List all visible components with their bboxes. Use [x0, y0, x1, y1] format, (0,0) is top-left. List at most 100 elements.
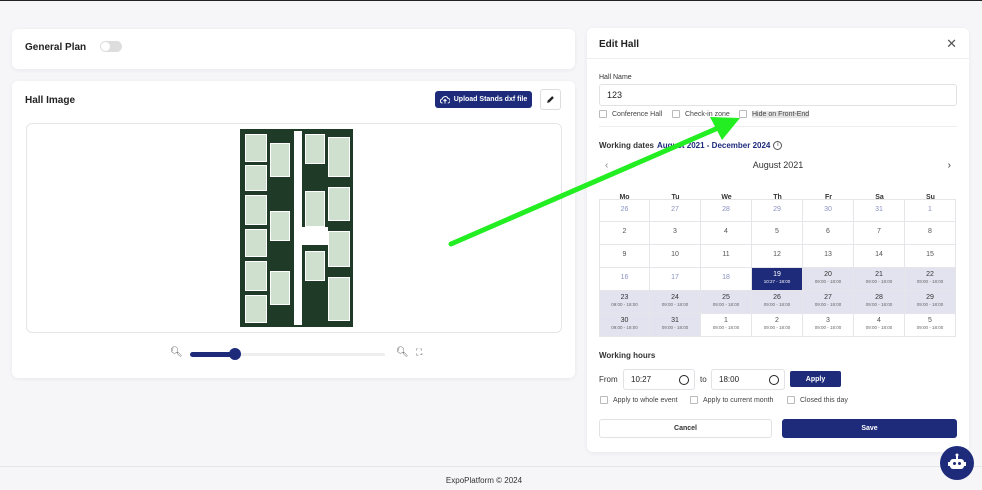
zoom-slider-handle[interactable] — [229, 348, 241, 360]
calendar-day[interactable]: 2 — [599, 222, 650, 245]
zoom-out-icon[interactable]: 🔍︎ — [170, 347, 183, 358]
day-number: 25 — [722, 294, 730, 301]
calendar-day[interactable]: 29 09:00 - 18:00 — [905, 291, 956, 314]
calendar-day[interactable]: 1 — [905, 199, 956, 222]
upload-dxf-label: Upload Stands dxf file — [453, 96, 528, 103]
day-number: 22 — [926, 271, 934, 278]
calendar-day[interactable]: 27 — [650, 199, 701, 222]
calendar-day[interactable]: 28 09:00 - 18:00 — [854, 291, 905, 314]
calendar-day[interactable]: 12 — [752, 245, 803, 268]
day-number: 15 — [926, 251, 934, 258]
from-time-value: 10:27 — [631, 375, 652, 384]
calendar-day[interactable]: 24 09:00 - 18:00 — [650, 291, 701, 314]
day-hours: 09:00 - 18:00 — [865, 279, 893, 284]
day-hours: 09:00 - 18:00 — [611, 302, 638, 307]
day-hours: 09:00 - 18:00 — [814, 325, 842, 330]
calendar-day[interactable]: 18 — [701, 268, 752, 291]
calendar-day[interactable]: 9 — [599, 245, 650, 268]
calendar-day[interactable]: 21 09:00 - 18:00 — [854, 268, 905, 291]
general-plan-toggle[interactable] — [100, 41, 122, 52]
check-in-zone-checkbox[interactable]: Check-in zone — [672, 110, 730, 118]
day-hours: 09:00 - 18:00 — [763, 325, 791, 330]
calendar-day[interactable]: 31 — [854, 199, 905, 222]
day-number: 28 — [875, 294, 883, 301]
zoom-in-icon[interactable]: 🔍︎ — [396, 347, 409, 358]
calendar-day[interactable]: 30 — [803, 199, 854, 222]
day-number: 30 — [620, 317, 629, 324]
calendar-day[interactable]: 10 — [650, 245, 701, 268]
calendar-day[interactable]: 6 — [803, 222, 854, 245]
calendar-day[interactable]: 1 09:00 - 18:00 — [701, 314, 752, 337]
calendar-day[interactable]: 14 — [854, 245, 905, 268]
day-number: 10 — [671, 251, 679, 258]
calendar-day[interactable]: 8 — [905, 222, 956, 245]
month-title: August 2021 — [752, 160, 804, 170]
day-hours: 09:00 - 18:00 — [916, 302, 944, 307]
hide-front-end-checkbox[interactable]: Hide on Front-End — [739, 110, 810, 118]
day-number: 3 — [673, 228, 677, 235]
close-icon[interactable]: ✕ — [946, 36, 957, 52]
day-number: 17 — [671, 274, 679, 281]
calendar-day[interactable]: 26 09:00 - 18:00 — [752, 291, 803, 314]
calendar-day[interactable]: 26 — [599, 199, 650, 222]
calendar-day[interactable]: 22 09:00 - 18:00 — [905, 268, 956, 291]
calendar-day[interactable]: 25 09:00 - 18:00 — [701, 291, 752, 314]
calendar-day[interactable]: 20 09:00 - 18:00 — [803, 268, 854, 291]
calendar-day[interactable]: 7 — [854, 222, 905, 245]
calendar-day[interactable]: 23 09:00 - 18:00 — [599, 291, 650, 314]
calendar-day[interactable]: 3 09:00 - 18:00 — [803, 314, 854, 337]
day-number: 26 — [773, 294, 781, 301]
working-dates-label: Working dates — [599, 141, 654, 150]
chatbot-button[interactable] — [940, 446, 974, 480]
checkbox-box — [599, 110, 607, 118]
edit-hall-panel: Edit Hall ✕ Hall Name 123 Conference Hal… — [587, 28, 969, 452]
calendar-day[interactable]: 17 — [650, 268, 701, 291]
calendar-day[interactable]: 29 — [752, 199, 803, 222]
calendar-day[interactable]: 16 — [599, 268, 650, 291]
calendar-day[interactable]: 4 — [701, 222, 752, 245]
fullscreen-icon[interactable]: ⛶ — [416, 347, 422, 358]
calendar-day[interactable]: 2 09:00 - 18:00 — [752, 314, 803, 337]
day-number: 23 — [620, 294, 629, 301]
day-hours: 09:00 - 18:00 — [916, 279, 944, 284]
day-number: 9 — [622, 251, 627, 258]
to-time-input[interactable]: 18:00 — [711, 369, 785, 390]
day-hours: 09:00 - 18:00 — [865, 325, 893, 330]
calendar-day[interactable]: 13 — [803, 245, 854, 268]
day-number: 18 — [722, 274, 730, 281]
prev-month-icon[interactable]: ‹ — [605, 160, 608, 171]
calendar-day[interactable]: 4 09:00 - 18:00 — [854, 314, 905, 337]
calendar-day[interactable]: 28 — [701, 199, 752, 222]
apply-whole-event-checkbox[interactable]: Apply to whole event — [600, 396, 678, 404]
cancel-button[interactable]: Cancel — [599, 419, 772, 438]
hall-name-input[interactable]: 123 — [599, 84, 957, 106]
edit-image-button[interactable] — [540, 89, 561, 110]
closed-this-day-checkbox[interactable]: Closed this day — [787, 396, 848, 404]
hide-front-end-label: Hide on Front-End — [752, 110, 810, 118]
calendar-day[interactable]: 31 09:00 - 18:00 — [650, 314, 701, 337]
calendar-day[interactable]: 11 — [701, 245, 752, 268]
calendar-day[interactable]: 5 — [752, 222, 803, 245]
hall-image-preview — [26, 123, 562, 333]
calendar-day[interactable]: 30 09:00 - 18:00 — [599, 314, 650, 337]
apply-current-month-checkbox[interactable]: Apply to current month — [690, 396, 773, 404]
next-month-icon[interactable]: › — [948, 160, 951, 171]
hall-image-title: Hall Image — [25, 95, 76, 106]
day-number: 5 — [775, 228, 779, 235]
day-number: 2 — [622, 228, 627, 235]
from-time-input[interactable]: 10:27 — [623, 369, 695, 390]
calendar-day[interactable]: 15 — [905, 245, 956, 268]
calendar-day[interactable]: 19 10:27 - 18:00 — [752, 268, 803, 291]
save-button[interactable]: Save — [782, 419, 957, 438]
calendar-day[interactable]: 5 09:00 - 18:00 — [905, 314, 956, 337]
day-number: 5 — [928, 317, 932, 324]
upload-dxf-button[interactable]: Upload Stands dxf file — [435, 91, 532, 108]
day-number: 1 — [928, 206, 932, 213]
divider — [599, 126, 957, 127]
calendar-day[interactable]: 3 — [650, 222, 701, 245]
conference-hall-checkbox[interactable]: Conference Hall — [599, 110, 662, 118]
apply-button[interactable]: Apply — [790, 371, 841, 387]
footer-copyright: ExpoPlatform © 2024 — [445, 476, 523, 485]
hall-image-card: Hall Image Upload Stands dxf file 🔍︎ 🔍︎ … — [12, 81, 575, 378]
calendar-day[interactable]: 27 09:00 - 18:00 — [803, 291, 854, 314]
